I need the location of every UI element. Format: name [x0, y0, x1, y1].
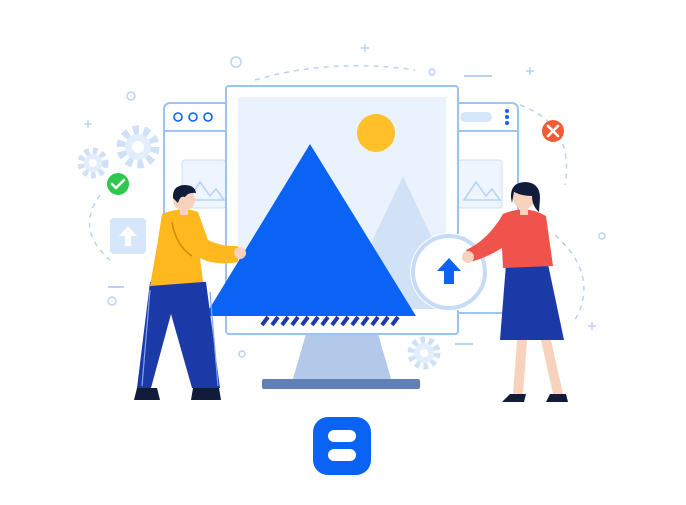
- app-logo-icon: [313, 417, 371, 475]
- sun-icon: [357, 114, 395, 152]
- gear-icon: [77, 147, 109, 179]
- upload-card-icon: [110, 218, 146, 254]
- upload-illustration: [0, 0, 686, 505]
- gear-icon: [116, 125, 160, 169]
- check-icon: [107, 173, 129, 195]
- gear-icon: [407, 336, 441, 370]
- illustration-canvas: [77, 44, 606, 475]
- close-icon: [542, 120, 564, 142]
